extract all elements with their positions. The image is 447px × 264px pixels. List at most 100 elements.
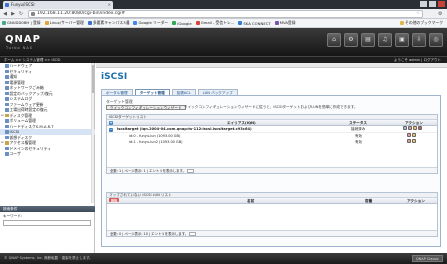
collapse-icon[interactable]: ⊟ [1,113,4,119]
bookmark-item[interactable]: iGoogle [172,21,192,26]
access-folder-icon [5,141,9,145]
lun-name: id:1 - funyu-lun2 (1093.00 GB) [129,140,183,144]
logo-subtitle: Turbo NAS [6,46,33,50]
bookmark-icon [133,21,138,25]
scroll-thumb[interactable] [92,65,94,93]
bookmark-item[interactable]: Gmail - 受信トレ... [195,20,234,26]
disable-icon[interactable] [407,139,411,143]
bookmark-icon [195,21,200,25]
reload-icon[interactable]: ↻ [18,11,24,17]
edit-icon[interactable] [412,139,416,143]
close-tab-icon[interactable]: × [108,1,111,9]
page-title: iSCSI [101,72,128,82]
target-row[interactable]: − iscsitarget (iqn.2004-04.com.qnap:ts-1… [107,126,437,133]
domain-icon [5,146,9,150]
power-icon [5,80,9,84]
media-icon[interactable]: ♫ [378,33,392,47]
hardware-icon [5,64,9,68]
col-action: アクション [407,199,425,203]
target-list-pager: 全数: 1 | ページ表示: 1 | エントリを表示します。 [107,167,437,173]
bookmark-star-icon[interactable]: ☆ [416,11,420,17]
home-icon[interactable]: ⌂ [327,33,341,47]
minimize-icon[interactable] [420,1,427,7]
bookmark-icon [2,21,6,25]
photo-icon[interactable]: ▣ [395,33,409,47]
shield-icon [5,69,9,73]
other-bookmarks[interactable]: その他のブックマーク [400,20,447,26]
main-topbar [96,63,447,68]
collapse-icon[interactable]: − [109,127,113,132]
virtual-disk-icon [5,135,9,139]
firmware-icon [5,102,9,106]
page-icon [31,12,35,16]
browser-tab-title: Funyu/iSCSI [11,2,35,7]
bookmark-item[interactable]: GNUDD0BH | 登録 [2,20,41,26]
lun-actions [407,139,416,143]
edit-icon[interactable] [412,133,416,137]
recycle-bin-icon [5,86,9,90]
url-text: 192.168.11.20:8080/cgi-bin/index.cgi# [37,11,126,16]
qnap-logo: QNAP [5,34,41,45]
folder-icon [400,21,405,25]
bookmark-icon [274,21,279,25]
wrench-icon[interactable]: ⚙ [438,11,444,17]
nav-tree: ハードウェア セキュリティ 通知 電源管理 ネットワークごみ箱 設定のバックアッ… [0,63,95,203]
lun-row[interactable]: id:1 - funyu-lun2 (1093.00 GB) 有効 [107,139,437,145]
unmapped-list-header: 削除 名前 容量 アクション [107,198,437,204]
user-icon [5,152,9,156]
sidebar-item-users[interactable]: ユーザ [0,151,95,157]
lun-status: 有効 [355,140,362,144]
browser-tab[interactable]: Funyu/iSCSI × [3,1,113,9]
quick-wizard-button[interactable]: クイックコンフィギュレーションウィザード [106,105,186,110]
address-bar-row: ◀ ▶ ↻ 192.168.11.20:8080/cgi-bin/index.c… [0,9,447,19]
bookmark-icon [172,21,177,25]
wizard-description: クイックコンフィギュレーションウィザードに従うと、iSCSIターゲットおよびLU… [184,105,358,109]
unmapped-lun-list: マップされていない iSCSI LUN リスト 削除 名前 容量 アクション 全… [106,192,438,237]
favicon-icon [5,3,9,7]
reset-icon [5,108,9,112]
volume-icon [5,119,9,123]
stop-icon[interactable] [408,126,412,130]
close-window-icon[interactable] [438,1,445,7]
forward-icon[interactable]: ▶ [10,11,16,17]
sidebar-scrollbar[interactable] [91,63,94,203]
bookmark-icon [238,21,243,25]
url-input[interactable]: 192.168.11.20:8080/cgi-bin/index.cgi# ☆ [28,10,423,18]
page-size-select[interactable] [187,169,195,173]
target-list: iSCSIターゲットリスト + エイリアス(IQN) ステータス アクション −… [106,114,438,174]
bookmark-icon [44,21,49,25]
target-name: iscsitarget (iqn.2004-04.com.qnap:ts-112… [117,127,252,131]
download-icon[interactable]: ⇩ [412,33,426,47]
edit-icon[interactable] [413,126,417,130]
bookmark-item[interactable]: Google リーダー [133,20,168,26]
search-input[interactable] [3,220,91,226]
maximize-icon[interactable] [429,1,436,7]
settings-icon[interactable]: ⚙ [344,33,358,47]
expand-all-icon[interactable]: + [109,121,113,125]
back-icon[interactable]: ◀ [2,11,8,17]
info-icon[interactable] [403,126,407,130]
target-panel: ターゲット管理 クイックコンフィギュレーションウィザード クイックコンフィギュレ… [101,95,441,247]
folder-icon[interactable]: ▤ [361,33,375,47]
bookmark-item[interactable]: SKA CONNECT [238,21,271,26]
page-size-select[interactable] [189,232,197,236]
iscsi-icon [5,130,9,134]
bookmark-item[interactable]: Linux/サーバー管理 [44,20,84,26]
bookmark-item[interactable]: 多要素キャンパス3通 [87,20,129,26]
classic-mode-button[interactable]: QNAP Classic [411,255,443,262]
bookmarks-bar: GNUDD0BH | 登録 Linux/サーバー管理 多要素キャンパス3通 Go… [0,19,447,28]
col-capacity: 容量 [365,199,373,203]
unmapped-list-pager: 全数: 0 | ページ表示: 10 | エントリを表示します。 [107,230,437,236]
search-panel-title: 検索条件 [0,206,95,212]
header-icons: ⌂ ⚙ ▤ ♫ ▣ ⇩ ◎ [327,33,443,47]
web-icon[interactable]: ◎ [429,33,443,47]
disable-icon[interactable] [407,133,411,137]
col-name: 名前 [247,199,255,203]
collapse-icon[interactable]: ⊟ [1,140,4,146]
disk-folder-icon [5,113,9,117]
delete-button[interactable]: 削除 [109,198,120,203]
bookmark-item[interactable]: MVA登録 [274,20,296,26]
target-actions [403,126,422,130]
lun-actions [407,133,416,137]
delete-icon[interactable] [418,126,422,130]
